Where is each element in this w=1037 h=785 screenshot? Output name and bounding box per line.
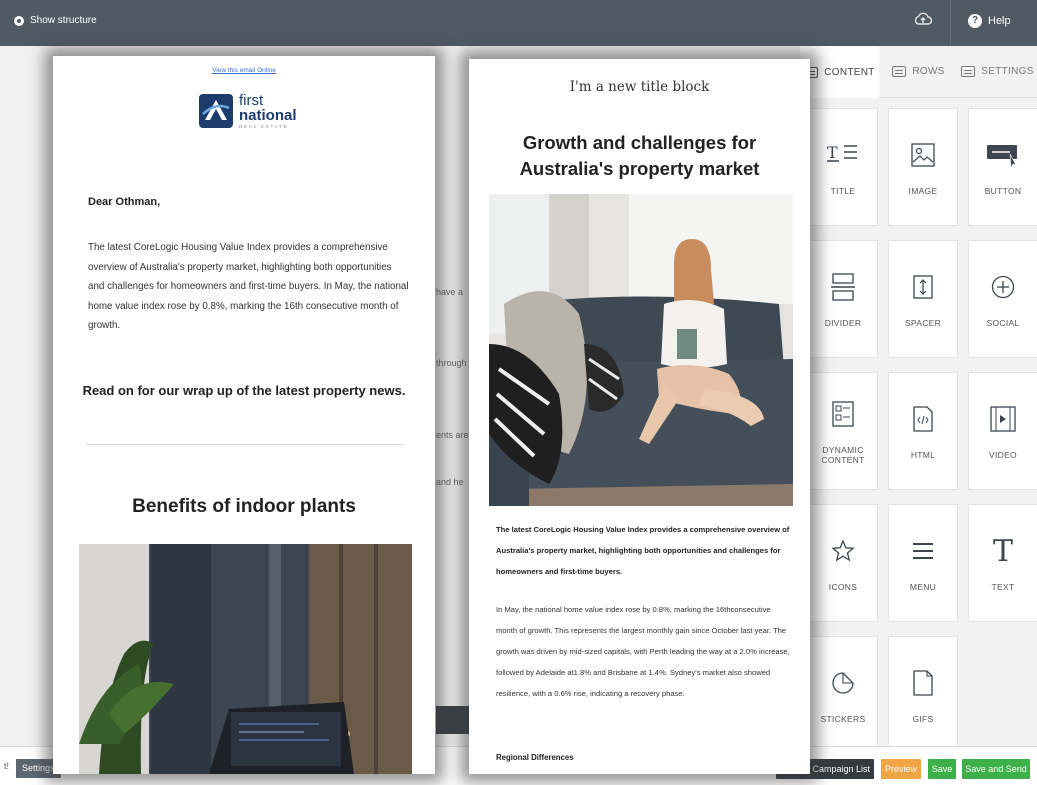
article-subheading: Regional Differences [496, 753, 574, 762]
text-icon: T [992, 533, 1013, 569]
logo-mark-icon [199, 94, 233, 129]
show-structure-label: Show structure [30, 15, 97, 26]
article-lead-paragraph: The latest CoreLogic Housing Value Index… [496, 525, 790, 576]
tab-label: ROWS [912, 66, 945, 77]
tab-rows[interactable]: ROWS [879, 46, 958, 98]
canvas-text-snippet: ents are [436, 430, 469, 440]
canvas-text-snippet: through [436, 358, 467, 368]
svg-text:T: T [827, 143, 838, 162]
block-label: TITLE [830, 186, 856, 196]
email-greeting: Dear Othman, [88, 196, 161, 208]
first-national-logo: first national REAL ESTATE [199, 93, 297, 130]
article-headline: Growth and challenges for Australia's pr… [519, 132, 760, 179]
star-icon [826, 534, 860, 568]
social-icon [986, 270, 1020, 304]
block-button[interactable]: BUTTON [968, 108, 1037, 226]
save-and-send-button[interactable]: Save and Send [962, 759, 1030, 779]
block-stickers[interactable]: STICKERS [808, 636, 878, 754]
eye-icon [14, 15, 24, 26]
block-social[interactable]: SOCIAL [968, 240, 1037, 358]
tab-label: SETTINGS [981, 66, 1034, 77]
section-title: Benefits of indoor plants [132, 496, 356, 517]
help-icon: ? [968, 14, 982, 28]
logo-word-real-estate: REAL ESTATE [239, 124, 289, 129]
block-label: SPACER [904, 318, 942, 328]
block-video[interactable]: VIDEO [968, 372, 1037, 490]
email-divider [86, 444, 404, 445]
logo-word-national: national [239, 107, 297, 124]
divider-icon [826, 270, 860, 304]
block-label: MENU [909, 582, 937, 592]
settings-tab-icon [961, 66, 976, 77]
block-icons[interactable]: ICONS [808, 504, 878, 622]
view-online-link[interactable]: View this email Online [53, 67, 435, 74]
save-button[interactable]: Save [928, 759, 956, 779]
content-sidebar: CONTENT ROWS SETTINGS T TITLE IMAGE BUTT… [800, 46, 1037, 754]
block-label: BUTTON [984, 186, 1022, 196]
logo-word-first: first [239, 92, 264, 109]
block-label: SOCIAL [986, 318, 1020, 328]
block-label: DIVIDER [824, 318, 862, 328]
image-icon [906, 138, 940, 172]
email-intro-paragraph: The latest CoreLogic Housing Value Index… [88, 242, 409, 331]
block-dynamic-content[interactable]: DYNAMIC CONTENT [808, 372, 878, 490]
html-icon [906, 402, 940, 436]
tab-label: CONTENT [824, 66, 875, 78]
read-on-heading: Read on for our wrap up of the latest pr… [82, 383, 406, 398]
indoor-plants-photo [79, 544, 412, 774]
block-label: GIFS [912, 714, 934, 724]
content-blocks-grid: T TITLE IMAGE BUTTON DIVIDER SPACER SOCI… [808, 108, 1037, 754]
block-label: TEXT [991, 582, 1015, 592]
menu-icon [906, 534, 940, 568]
preview-button[interactable]: Preview [881, 759, 921, 779]
dynamic-content-icon [826, 397, 860, 431]
show-structure-toggle[interactable]: Show structure [14, 15, 97, 26]
sidebar-tabs: CONTENT ROWS SETTINGS [800, 46, 1037, 98]
spacer-icon [906, 270, 940, 304]
block-spacer[interactable]: SPACER [888, 240, 958, 358]
article-body-paragraph: In May, the national home value index ro… [496, 605, 790, 698]
block-label: IMAGE [908, 186, 938, 196]
title-icon: T [826, 138, 860, 172]
email-preview-left: View this email Online first national RE… [53, 56, 435, 774]
sticker-icon [826, 666, 860, 700]
button-icon [986, 138, 1020, 172]
top-toolbar: Show structure ? Help [0, 0, 1037, 46]
block-menu[interactable]: MENU [888, 504, 958, 622]
truncated-text: t! [4, 761, 10, 771]
toolbar-divider [950, 0, 951, 46]
block-gifs[interactable]: GIFS [888, 636, 958, 754]
block-image[interactable]: IMAGE [888, 108, 958, 226]
gif-icon [906, 666, 940, 700]
block-html[interactable]: HTML [888, 372, 958, 490]
rows-tab-icon [892, 66, 907, 77]
tab-content[interactable]: CONTENT [800, 46, 879, 98]
canvas-text-snippet: and he [436, 477, 464, 487]
canvas-text-snippet: have a [436, 287, 464, 297]
title-block: I'm a new title block [569, 79, 710, 95]
block-title[interactable]: T TITLE [808, 108, 878, 226]
woman-on-sofa-photo [489, 194, 793, 506]
cloud-upload-icon[interactable] [912, 12, 934, 34]
email-preview-right: I'm a new title block Growth and challen… [469, 59, 810, 774]
help-label: Help [988, 15, 1011, 27]
block-label: ICONS [828, 582, 858, 592]
block-text[interactable]: T TEXT [968, 504, 1037, 622]
block-label: HTML [910, 450, 936, 460]
block-divider[interactable]: DIVIDER [808, 240, 878, 358]
block-label: VIDEO [989, 450, 1017, 460]
video-icon [986, 402, 1020, 436]
help-button[interactable]: ? Help [968, 14, 1011, 28]
block-label: STICKERS [820, 714, 866, 724]
tab-settings[interactable]: SETTINGS [958, 46, 1037, 98]
block-label: DYNAMIC CONTENT [821, 445, 865, 465]
